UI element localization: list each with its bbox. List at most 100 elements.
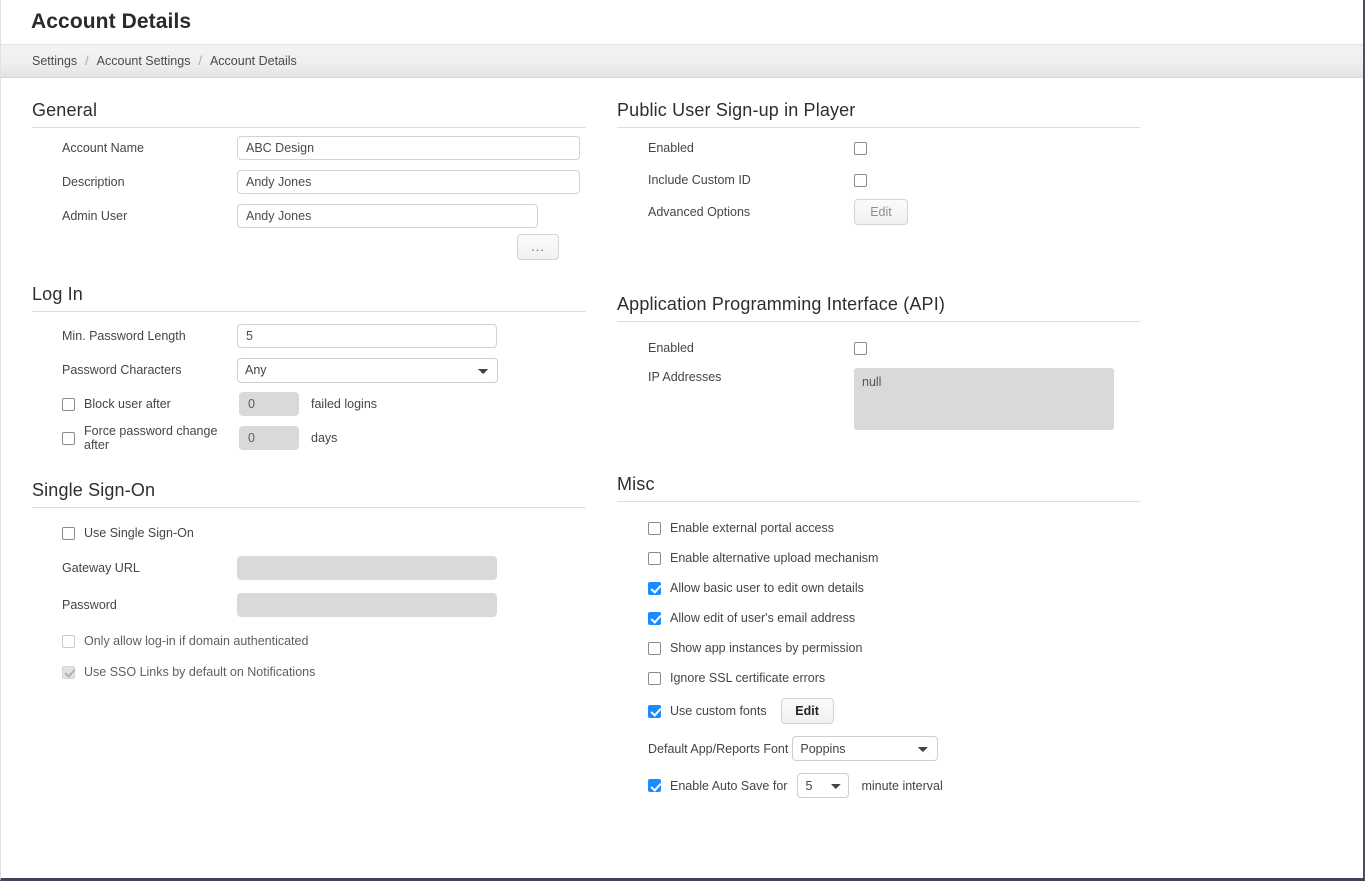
ignore-ssl-errors-label: Ignore SSL certificate errors <box>670 671 825 685</box>
section-api: Application Programming Interface (API) … <box>617 294 1140 430</box>
field-row-password-characters: Password Characters Any <box>32 356 586 384</box>
field-row-force-password-change: Force password change after days <box>32 424 586 452</box>
allow-basic-user-edit-checkbox[interactable] <box>648 582 661 595</box>
force-password-change-label: Force password change after <box>84 424 237 452</box>
show-app-instances-label: Show app instances by permission <box>670 641 862 655</box>
gateway-url-input[interactable] <box>237 556 497 580</box>
use-single-sign-on-label: Use Single Sign-On <box>84 526 194 540</box>
field-row-gateway-url: Gateway URL <box>32 554 586 582</box>
field-row-description: Description <box>32 168 586 196</box>
ignore-ssl-errors-checkbox[interactable] <box>648 672 661 685</box>
default-font-label: Default App/Reports Font <box>648 742 788 756</box>
field-row-min-password-length: Min. Password Length <box>32 322 586 350</box>
use-custom-fonts-row: Use custom fonts Edit <box>617 698 1140 724</box>
breadcrumb-item-account-settings[interactable]: Account Settings <box>97 54 191 68</box>
page-title: Account Details <box>31 10 191 34</box>
enable-external-portal-access-label: Enable external portal access <box>670 521 834 535</box>
section-title-misc: Misc <box>617 474 1140 502</box>
force-password-change-checkbox[interactable] <box>62 432 75 445</box>
section-public-signup: Public User Sign-up in Player Enabled In… <box>617 100 1140 226</box>
password-characters-select[interactable]: Any <box>237 358 498 383</box>
misc-option-row: Allow edit of user's email address <box>617 606 1140 630</box>
allow-edit-email-label: Allow edit of user's email address <box>670 611 855 625</box>
page-header: Account Details <box>1 0 1363 45</box>
default-font-row: Default App/Reports Font Poppins <box>617 736 1140 761</box>
enable-external-portal-access-checkbox[interactable] <box>648 522 661 535</box>
password-characters-label: Password Characters <box>32 363 237 377</box>
admin-user-input[interactable] <box>237 204 538 228</box>
include-custom-id-label: Include Custom ID <box>617 173 854 187</box>
field-row-block-user: Block user after failed logins <box>32 390 586 418</box>
show-app-instances-checkbox[interactable] <box>648 642 661 655</box>
admin-user-label: Admin User <box>32 209 237 223</box>
sso-password-input[interactable] <box>237 593 497 617</box>
domain-auth-row: Only allow log-in if domain authenticate… <box>32 629 586 653</box>
min-password-length-label: Min. Password Length <box>32 329 237 343</box>
use-custom-fonts-label: Use custom fonts <box>670 704 767 718</box>
enable-alternative-upload-label: Enable alternative upload mechanism <box>670 551 878 565</box>
use-sso-row: Use Single Sign-On <box>32 521 586 545</box>
section-title-api: Application Programming Interface (API) <box>617 294 1140 322</box>
block-user-checkbox[interactable] <box>62 398 75 411</box>
min-password-length-input[interactable] <box>237 324 497 348</box>
admin-user-browse-button[interactable]: ... <box>517 234 559 260</box>
section-misc: Misc Enable external portal access Enabl… <box>617 474 1140 798</box>
section-login: Log In Min. Password Length Password Cha… <box>32 284 586 452</box>
sso-links-row: Use SSO Links by default on Notification… <box>32 660 586 684</box>
advanced-options-edit-button[interactable]: Edit <box>854 199 908 225</box>
enable-alternative-upload-checkbox[interactable] <box>648 552 661 565</box>
description-input[interactable] <box>237 170 580 194</box>
default-font-select[interactable]: Poppins <box>792 736 938 761</box>
misc-option-row: Show app instances by permission <box>617 636 1140 660</box>
sso-password-label: Password <box>32 598 237 612</box>
misc-option-row: Enable external portal access <box>617 516 1140 540</box>
allow-edit-email-checkbox[interactable] <box>648 612 661 625</box>
breadcrumb-item-settings[interactable]: Settings <box>32 54 77 68</box>
block-user-label: Block user after <box>84 397 171 411</box>
field-row-sso-password: Password <box>32 591 586 619</box>
misc-option-row: Ignore SSL certificate errors <box>617 666 1140 690</box>
auto-save-suffix: minute interval <box>861 779 942 793</box>
section-title-public-signup: Public User Sign-up in Player <box>617 100 1140 128</box>
account-details-page: Account Details Settings / Account Setti… <box>0 0 1365 881</box>
auto-save-interval-select[interactable]: 5 <box>797 773 849 798</box>
api-enabled-checkbox[interactable] <box>854 342 867 355</box>
ip-addresses-label: IP Addresses <box>617 368 854 384</box>
signup-enabled-label: Enabled <box>617 141 854 155</box>
field-row-include-custom-id: Include Custom ID <box>617 166 1140 194</box>
account-name-label: Account Name <box>32 141 237 155</box>
field-row-api-enabled: Enabled <box>617 334 1140 362</box>
field-row-admin-user: Admin User <box>32 202 586 230</box>
force-password-change-group: Force password change after <box>32 424 237 452</box>
field-row-signup-enabled: Enabled <box>617 134 1140 162</box>
use-single-sign-on-checkbox[interactable] <box>62 527 75 540</box>
custom-fonts-edit-button[interactable]: Edit <box>781 698 834 724</box>
block-user-count-input[interactable] <box>239 392 299 416</box>
enable-auto-save-checkbox[interactable] <box>648 779 661 792</box>
domain-authenticated-checkbox <box>62 635 75 648</box>
signup-enabled-checkbox[interactable] <box>854 142 867 155</box>
section-title-general: General <box>32 100 586 128</box>
misc-option-row: Allow basic user to edit own details <box>617 576 1140 600</box>
block-user-suffix: failed logins <box>311 397 377 411</box>
field-row-ip-addresses: IP Addresses null <box>617 368 1140 430</box>
auto-save-row: Enable Auto Save for 5 minute interval <box>617 773 1140 798</box>
right-column: Public User Sign-up in Player Enabled In… <box>586 78 1140 798</box>
force-password-change-days-input[interactable] <box>239 426 299 450</box>
block-user-group: Block user after <box>32 397 237 411</box>
use-custom-fonts-checkbox[interactable] <box>648 705 661 718</box>
content-area: General Account Name Description Admin U… <box>1 78 1363 798</box>
field-row-advanced-options: Advanced Options Edit <box>617 198 1140 226</box>
include-custom-id-checkbox[interactable] <box>854 174 867 187</box>
account-name-input[interactable] <box>237 136 580 160</box>
api-enabled-label: Enabled <box>617 341 854 355</box>
section-general: General Account Name Description Admin U… <box>32 100 586 261</box>
sso-links-default-checkbox <box>62 666 75 679</box>
admin-user-browse-row: ... <box>32 233 586 261</box>
left-column: General Account Name Description Admin U… <box>32 78 586 798</box>
field-row-account-name: Account Name <box>32 134 586 162</box>
breadcrumb: Settings / Account Settings / Account De… <box>1 45 1363 78</box>
ip-addresses-textarea[interactable]: null <box>854 368 1114 430</box>
force-password-change-suffix: days <box>311 431 337 445</box>
misc-option-row: Enable alternative upload mechanism <box>617 546 1140 570</box>
